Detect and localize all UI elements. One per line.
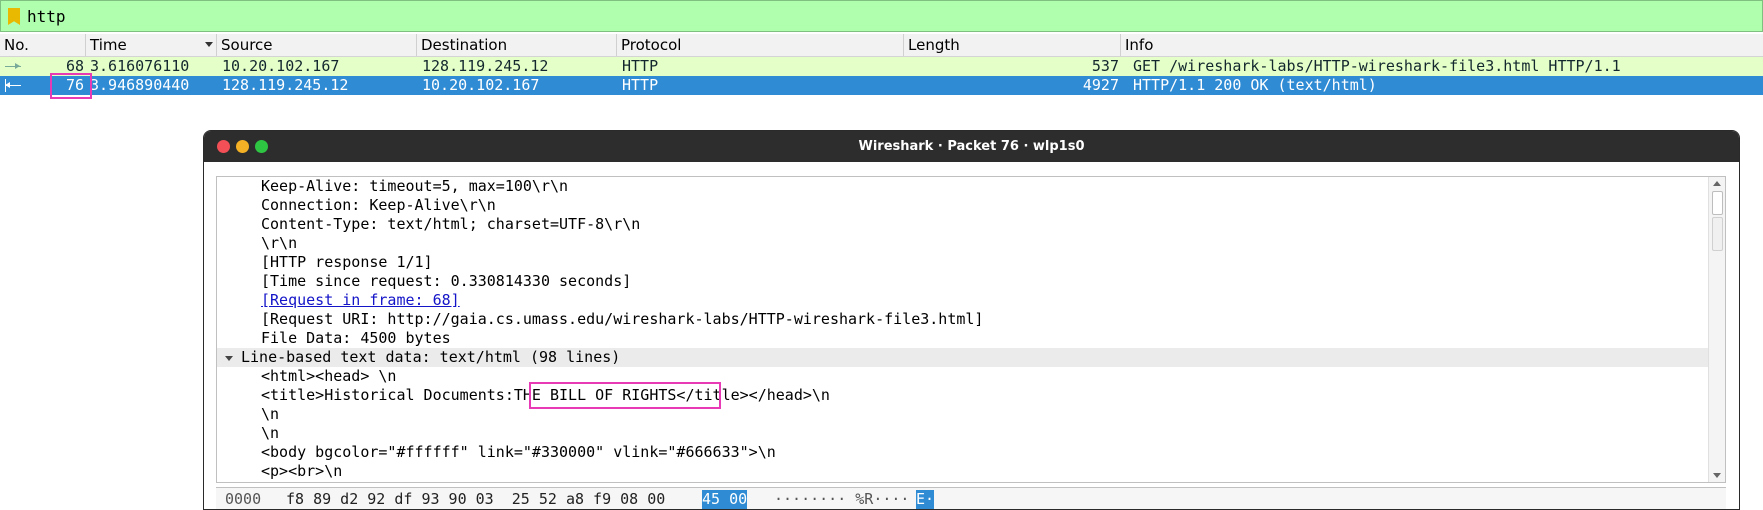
detail-line[interactable]: Connection: Keep-Alive\r\n	[217, 196, 1725, 215]
response-arrow-icon	[5, 82, 10, 88]
tree-item-label: Line-based text data: text/html (98 line…	[241, 348, 621, 366]
packet-info: HTTP/1.1 200 OK (text/html)	[1133, 76, 1377, 94]
packet-row-selected[interactable]: 76 3.946890440 128.119.245.12 10.20.102.…	[0, 76, 1763, 95]
detail-line[interactable]: \r\n	[217, 234, 1725, 253]
hex-offset: 0000	[225, 490, 262, 508]
detail-line[interactable]: File Data: 4500 bytes	[217, 329, 1725, 348]
detail-line[interactable]: Content-Type: text/html; charset=UTF-8\r…	[217, 215, 1725, 234]
packet-row[interactable]: 68 3.616076110 10.20.102.167 128.119.245…	[0, 57, 1763, 76]
hex-bytes-selected[interactable]: 45 00	[702, 490, 748, 509]
dialog-title: Wireshark · Packet 76 · wlp1s0	[858, 139, 1085, 154]
detail-line[interactable]: <body bgcolor="#ffffff" link="#330000" v…	[217, 443, 1725, 462]
request-in-frame-link[interactable]: [Request in frame: 68]	[261, 291, 460, 309]
bookmark-icon[interactable]	[8, 8, 20, 25]
detail-line[interactable]: [Time since request: 0.330814330 seconds…	[217, 272, 1725, 291]
packet-destination: 10.20.102.167	[422, 76, 540, 94]
display-filter-bar[interactable]	[0, 0, 1763, 32]
scroll-down-arrow-icon[interactable]	[1713, 473, 1721, 478]
ascii-bytes-selected[interactable]: E·	[916, 490, 935, 509]
detail-line[interactable]: \n	[217, 405, 1725, 424]
expand-arrow-icon[interactable]	[225, 356, 233, 361]
detail-line[interactable]: <title>Historical Documents:THE BILL OF …	[217, 386, 1725, 405]
packet-no: 76	[65, 76, 84, 94]
scrollbar-track-segment	[1712, 217, 1723, 251]
scroll-up-arrow-icon[interactable]	[1713, 181, 1721, 186]
packet-protocol: HTTP	[622, 57, 659, 75]
packet-details-pane[interactable]: Keep-Alive: timeout=5, max=100\r\n Conne…	[216, 176, 1726, 483]
sort-descending-icon	[205, 42, 213, 47]
packet-length: 537	[1091, 57, 1119, 75]
detail-line[interactable]: <html><head> \n	[217, 367, 1725, 386]
column-header-destination[interactable]: Destination	[417, 34, 617, 56]
packet-dialog-window: Wireshark · Packet 76 · wlp1s0 Keep-Aliv…	[203, 130, 1740, 510]
ascii-bytes[interactable]: ········ %R····	[774, 490, 909, 509]
details-scrollbar[interactable]	[1708, 177, 1725, 482]
scrollbar-thumb[interactable]	[1712, 191, 1723, 215]
column-header-info[interactable]: Info	[1121, 34, 1763, 56]
column-header-length[interactable]: Length	[904, 34, 1121, 56]
packet-list-header: No. Time Source Destination Protocol Len…	[0, 34, 1763, 57]
packet-destination: 128.119.245.12	[422, 57, 549, 75]
packet-length: 4927	[1082, 76, 1119, 94]
column-header-no[interactable]: No.	[0, 34, 86, 56]
line-based-text-tree-item[interactable]: Line-based text data: text/html (98 line…	[217, 348, 1725, 367]
column-header-time[interactable]: Time	[86, 34, 217, 56]
packet-time: 3.946890440	[90, 76, 190, 94]
detail-line[interactable]: <p><br>\n	[217, 462, 1725, 481]
display-filter-input[interactable]	[27, 5, 1747, 27]
packet-no: 68	[65, 57, 84, 75]
column-header-protocol[interactable]: Protocol	[617, 34, 904, 56]
dialog-titlebar[interactable]: Wireshark · Packet 76 · wlp1s0	[204, 131, 1739, 162]
request-frame-link-row[interactable]: [Request in frame: 68]	[217, 291, 1725, 310]
column-header-source[interactable]: Source	[217, 34, 417, 56]
packet-source: 10.20.102.167	[222, 57, 340, 75]
packet-bytes-pane[interactable]: 0000 f8 89 d2 92 df 93 90 03 25 52 a8 f9…	[216, 487, 1726, 509]
detail-line[interactable]: \n	[217, 424, 1725, 443]
packet-source: 128.119.245.12	[222, 76, 349, 94]
packet-protocol: HTTP	[622, 76, 659, 94]
hex-bytes[interactable]: f8 89 d2 92 df 93 90 03 25 52 a8 f9 08 0…	[286, 490, 665, 509]
detail-line[interactable]: [Request URI: http://gaia.cs.umass.edu/w…	[217, 310, 1725, 329]
packet-info: GET /wireshark-labs/HTTP-wireshark-file3…	[1133, 57, 1621, 75]
detail-line[interactable]: [HTTP response 1/1]	[217, 253, 1725, 272]
detail-line[interactable]: Keep-Alive: timeout=5, max=100\r\n	[217, 177, 1725, 196]
packet-time: 3.616076110	[90, 57, 190, 75]
